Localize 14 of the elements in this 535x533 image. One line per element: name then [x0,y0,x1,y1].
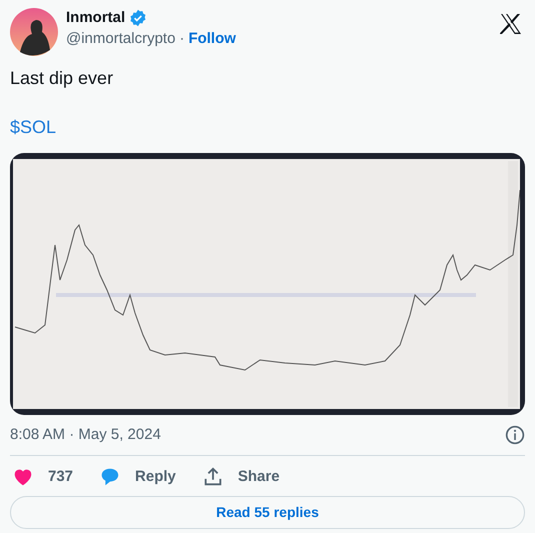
share-button[interactable]: Share [202,466,280,488]
x-logo-icon[interactable] [500,14,522,34]
info-icon[interactable] [505,425,525,446]
author-handle[interactable]: @inmortalcrypto [66,29,176,50]
author-name[interactable]: Inmortal [66,8,126,28]
read-replies-button[interactable]: Read 55 replies [10,496,525,529]
tweet-text: Last dip ever [10,67,114,90]
like-button[interactable]: 737 [12,466,74,488]
timestamp[interactable]: 8:08 AM · May 5, 2024 [10,424,161,446]
follow-link[interactable]: Follow [188,28,236,50]
avatar[interactable] [10,8,58,56]
reply-button[interactable]: Reply [99,466,176,488]
cashtag-link[interactable]: $SOL [10,117,56,137]
separator-dot: · [179,29,184,50]
